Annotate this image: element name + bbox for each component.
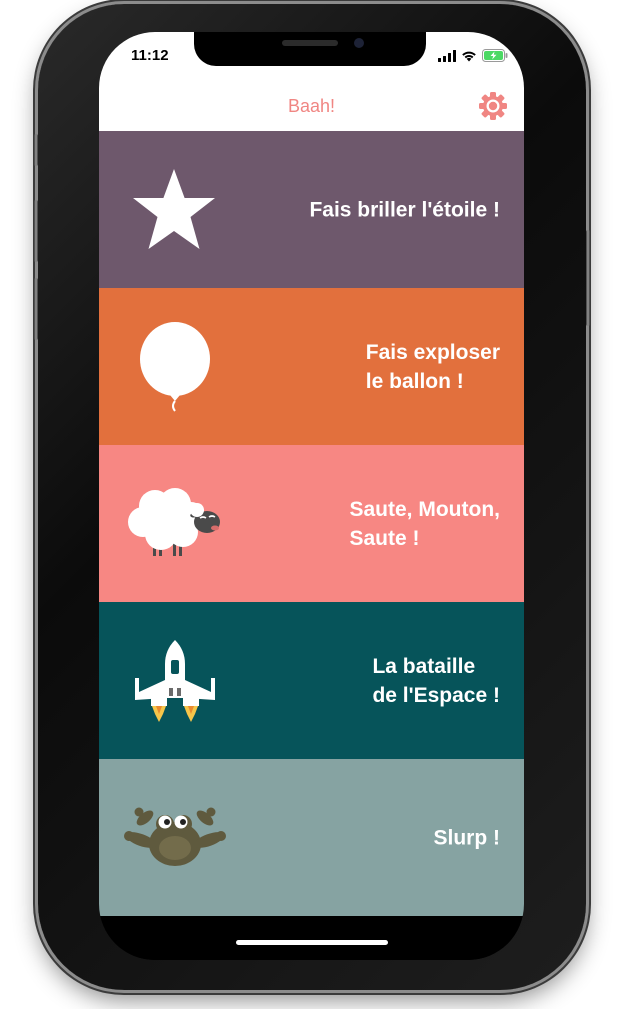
power-button [586, 230, 590, 326]
game-row-space[interactable]: La bataille de l'Espace ! [99, 602, 524, 759]
wifi-icon [462, 51, 476, 61]
game-label-line: Saute ! [349, 526, 420, 550]
sheep-icon [128, 487, 220, 556]
game-label-line: Saute, Mouton, [349, 497, 501, 521]
game-label-star: Fais briller l'étoile ! [309, 195, 500, 224]
balloon-icon [140, 321, 210, 412]
game-label-line: La bataille [372, 654, 476, 678]
signal-icon [438, 49, 456, 62]
game-row-star[interactable]: Fais briller l'étoile ! [99, 131, 524, 288]
gear-icon [479, 92, 507, 120]
star-icon [133, 168, 215, 249]
app-title: Baah! [287, 96, 336, 116]
game-label-frog: Slurp ! [434, 823, 501, 852]
game-label-sheep: Saute, Mouton, Saute ! [350, 495, 501, 553]
game-row-balloon[interactable]: Fais exploser le ballon ! [99, 288, 524, 445]
home-indicator[interactable] [236, 940, 388, 945]
game-label-space: La bataille de l'Espace ! [372, 652, 500, 710]
game-label-line: Fais exploser [365, 340, 500, 364]
phone-screen: 11:12 Baah! Fais briller l'étoile ! Fais… [99, 32, 524, 960]
game-label-line: Slurp ! [433, 826, 501, 849]
game-label-line: le ballon ! [365, 369, 464, 393]
nav-bar: Baah! [99, 80, 524, 131]
game-list: Fais briller l'étoile ! Fais exploser le… [99, 131, 524, 916]
game-label-line: de l'Espace ! [372, 683, 500, 707]
game-label-line: Fais briller l'étoile ! [309, 198, 500, 221]
volume-up-button [34, 200, 38, 262]
battery-charging-icon [482, 49, 508, 62]
speaker-grille [282, 40, 338, 46]
status-icons [438, 49, 508, 62]
game-row-sheep[interactable]: Saute, Mouton, Saute ! [99, 445, 524, 602]
settings-button[interactable] [478, 91, 508, 121]
home-area [99, 916, 524, 960]
silent-switch [34, 134, 38, 166]
status-time: 11:12 [131, 47, 169, 64]
volume-down-button [34, 278, 38, 340]
spaceship-icon [135, 639, 215, 722]
frog-icon [124, 807, 226, 866]
front-camera [354, 38, 364, 48]
notch [194, 32, 426, 66]
game-row-frog[interactable]: Slurp ! [99, 759, 524, 916]
game-label-balloon: Fais exploser le ballon ! [366, 338, 500, 396]
